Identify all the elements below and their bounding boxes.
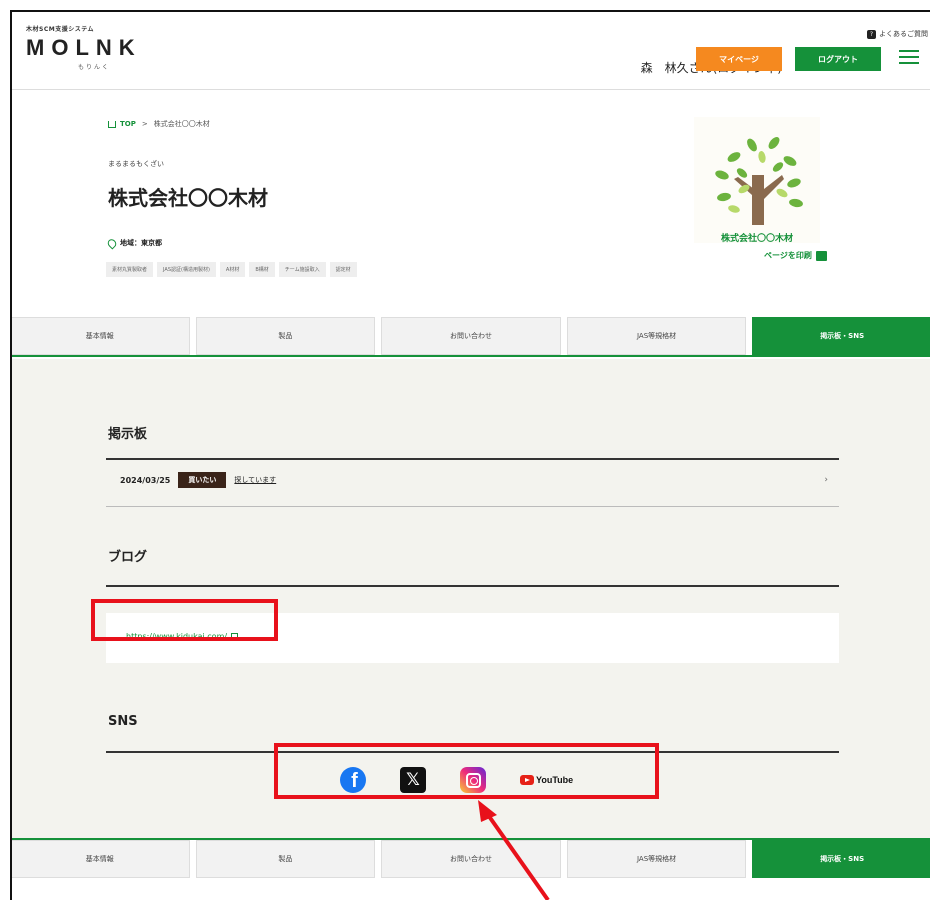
board-badge: 買いたい <box>178 472 227 488</box>
tag: JAS認証(構造用製材) <box>157 262 216 277</box>
map-pin-icon <box>105 236 119 250</box>
blog-title: ブログ <box>108 550 148 565</box>
tab-basic-info[interactable]: 基本情報 <box>12 317 190 355</box>
sns-title: SNS <box>108 714 138 729</box>
tag: 認定材 <box>329 262 357 277</box>
site-header: 木材SCM支援システム MOLNK もりんく ? よくあるご質問 森 林久さん(… <box>12 12 930 90</box>
tab-contact[interactable]: お問い合わせ <box>381 840 561 878</box>
tab-products[interactable]: 製品 <box>195 317 376 355</box>
tab-jas[interactable]: JAS等規格材 <box>566 317 747 355</box>
tag: 素材丸質製取者 <box>106 262 154 277</box>
divider <box>106 458 839 460</box>
divider <box>106 585 839 587</box>
home-icon <box>108 120 116 128</box>
board-date: 2024/03/25 <box>120 475 171 485</box>
logo-text: MOLNK <box>26 35 142 60</box>
logout-button[interactable]: ログアウト <box>795 47 881 71</box>
blog-highlight-box <box>91 599 278 641</box>
breadcrumb-top[interactable]: TOP <box>108 120 136 128</box>
faq-label: よくあるご質問 <box>879 30 928 38</box>
question-icon: ? <box>867 29 876 39</box>
logo-kana: もりんく <box>78 64 111 71</box>
faq-link[interactable]: ? よくあるご質問 <box>867 29 928 39</box>
tab-board-sns[interactable]: 掲示板・SNS <box>752 317 930 355</box>
tab-contact[interactable]: お問い合わせ <box>381 317 561 355</box>
breadcrumb: TOP > 株式会社〇〇木材 <box>108 119 210 129</box>
printer-icon <box>815 250 827 261</box>
tag: B構材 <box>249 262 275 277</box>
print-page-link[interactable]: ページを印刷 <box>764 250 827 261</box>
tab-products[interactable]: 製品 <box>195 840 376 878</box>
hamburger-menu-icon[interactable] <box>899 48 919 66</box>
breadcrumb-current: 株式会社〇〇木材 <box>153 120 210 128</box>
company-location: 地域：東京都 <box>105 236 162 250</box>
logo-caption: 株式会社〇〇木材 <box>721 232 793 243</box>
company-logo-image: 株式会社〇〇木材 <box>694 117 820 244</box>
board-post-link[interactable]: 探しています <box>234 475 276 485</box>
tab-bar-bottom: 基本情報 製品 お問い合わせ JAS等規格材 掲示板・SNS <box>12 838 930 878</box>
chevron-right-icon: › <box>824 475 828 485</box>
tab-bar-top: 基本情報 製品 お問い合わせ JAS等規格材 掲示板・SNS <box>12 317 930 357</box>
breadcrumb-separator: > <box>141 120 148 128</box>
logo[interactable]: 木材SCM支援システム MOLNK もりんく <box>26 24 142 71</box>
divider <box>106 506 839 507</box>
mypage-button[interactable]: マイページ <box>696 47 782 71</box>
board-title: 掲示板 <box>108 427 148 442</box>
tab-jas[interactable]: JAS等規格材 <box>566 840 747 878</box>
tag: チーム施設取入 <box>278 262 326 277</box>
page-title: 株式会社〇〇木材 <box>108 186 268 210</box>
system-name: 木材SCM支援システム <box>26 26 95 33</box>
tag: A材材 <box>219 262 246 277</box>
board-row[interactable]: 2024/03/25 買いたい 探しています › <box>120 472 830 488</box>
tab-basic-info[interactable]: 基本情報 <box>12 840 190 878</box>
company-kana: まるまるもくざい <box>108 160 164 168</box>
sns-highlight-box <box>274 743 659 799</box>
company-tags: 素材丸質製取者 JAS認証(構造用製材) A材材 B構材 チーム施設取入 認定材 <box>106 262 357 277</box>
tab-board-sns[interactable]: 掲示板・SNS <box>752 840 930 878</box>
